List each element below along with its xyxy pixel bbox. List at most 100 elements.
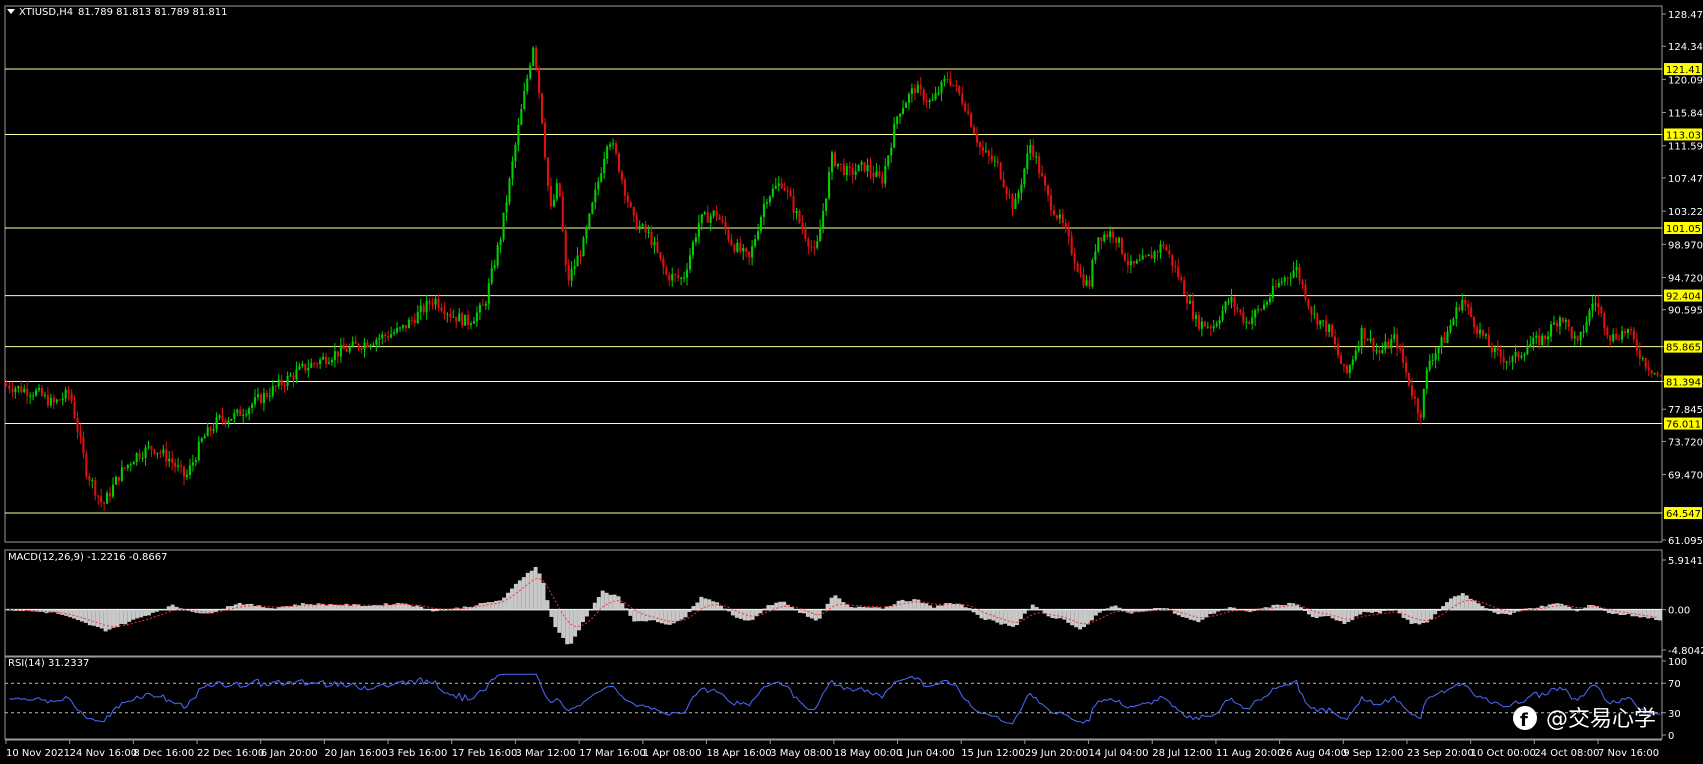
candle-body: [351, 341, 354, 347]
candle-body: [472, 321, 476, 324]
candle-body: [1286, 277, 1289, 279]
macd-histogram-bar: [419, 606, 424, 610]
candle-body: [1023, 168, 1026, 185]
candle[interactable]: [1097, 237, 1100, 254]
candle[interactable]: [561, 190, 564, 233]
candle[interactable]: [502, 212, 505, 243]
candle[interactable]: [970, 111, 973, 128]
candle-body: [925, 100, 928, 103]
macd-histogram-bar: [849, 607, 854, 610]
macd-histogram-bar: [1149, 609, 1154, 611]
macd-histogram-bar: [438, 609, 443, 611]
candle-body: [825, 198, 828, 211]
candle[interactable]: [1331, 323, 1334, 338]
candle-body: [407, 319, 410, 329]
candle[interactable]: [999, 161, 1002, 181]
candle-body: [1656, 372, 1659, 376]
candle[interactable]: [582, 235, 585, 257]
candle-body: [333, 351, 336, 360]
macd-histogram-bar: [683, 609, 688, 618]
candle-body: [180, 465, 183, 467]
candle[interactable]: [85, 450, 88, 480]
candle-body: [440, 307, 443, 311]
candle-body: [206, 427, 209, 437]
candle-body: [194, 460, 197, 463]
candle-body: [1579, 331, 1582, 341]
candle-body: [1532, 337, 1535, 345]
candle[interactable]: [1091, 258, 1094, 289]
candle-body: [609, 144, 612, 147]
candle[interactable]: [496, 242, 499, 269]
candle-body: [1055, 215, 1058, 219]
candle-body: [1582, 331, 1585, 333]
candle[interactable]: [1422, 388, 1425, 421]
macd-histogram-bar: [143, 609, 148, 616]
macd-histogram-bar: [774, 602, 779, 610]
time-tick-label: 15 Jun 12:00: [961, 748, 1025, 759]
candle[interactable]: [541, 92, 544, 125]
candle[interactable]: [1120, 237, 1124, 256]
candle-body: [635, 215, 638, 230]
candle-body: [1552, 322, 1556, 325]
candle-body: [665, 267, 668, 275]
candle[interactable]: [508, 176, 511, 206]
candle-body: [1183, 279, 1186, 295]
candle-body: [26, 388, 29, 396]
candle[interactable]: [833, 150, 837, 168]
price-tick-label: 73.720: [1668, 437, 1703, 448]
candle-body: [505, 202, 508, 213]
candle-body: [1233, 297, 1236, 308]
candle[interactable]: [543, 118, 547, 161]
macd-histogram-bar: [79, 609, 84, 622]
candle-body: [1014, 198, 1017, 209]
candle-body: [1129, 261, 1132, 266]
candle-body: [526, 78, 529, 92]
macd-histogram-bar: [229, 606, 234, 610]
candle-body: [1384, 341, 1387, 350]
candle-body: [1147, 254, 1150, 257]
macd-histogram-bar: [1373, 609, 1378, 612]
candle-body: [182, 466, 186, 477]
candle-body: [339, 345, 342, 357]
candle-body: [1052, 209, 1055, 216]
candle-body: [46, 394, 49, 406]
candle-body: [1257, 309, 1260, 311]
candle-body: [866, 164, 869, 172]
candle[interactable]: [588, 212, 591, 230]
macd-histogram-bar: [1654, 609, 1659, 621]
candle[interactable]: [1407, 372, 1411, 387]
macd-histogram-bar: [581, 609, 585, 623]
candle-body: [591, 202, 594, 214]
candle-body: [88, 476, 91, 481]
candle-body: [354, 341, 357, 344]
candle-body: [1419, 413, 1422, 418]
candle-body: [375, 339, 378, 345]
candle-body: [1434, 353, 1437, 361]
candle-body: [378, 338, 381, 340]
candle-body: [1070, 236, 1073, 255]
candle[interactable]: [857, 164, 860, 172]
candle-body: [1467, 304, 1470, 308]
candle[interactable]: [617, 152, 621, 174]
candle[interactable]: [464, 314, 467, 326]
candle[interactable]: [1203, 320, 1206, 327]
candle-body: [1573, 336, 1576, 339]
candle-body: [1260, 309, 1263, 311]
candle-body: [600, 173, 603, 182]
candle[interactable]: [591, 201, 594, 215]
candle[interactable]: [532, 46, 535, 67]
macd-histogram-bar: [103, 609, 108, 632]
macd-histogram-bar: [1082, 609, 1086, 628]
trading-chart[interactable]: 128.470 124.345 120.095 115.845 111.595 107.4…: [0, 0, 1703, 764]
candle-body: [342, 345, 345, 350]
macd-histogram-bar: [115, 609, 120, 628]
candle-body: [792, 196, 795, 214]
macd-histogram-bar: [951, 604, 956, 610]
candle-body: [585, 227, 588, 239]
macd-histogram-bar: [805, 609, 810, 617]
candle[interactable]: [798, 209, 801, 225]
candle-body: [768, 196, 771, 203]
candle[interactable]: [558, 182, 561, 198]
candle[interactable]: [863, 162, 866, 173]
candle-body: [363, 342, 366, 350]
